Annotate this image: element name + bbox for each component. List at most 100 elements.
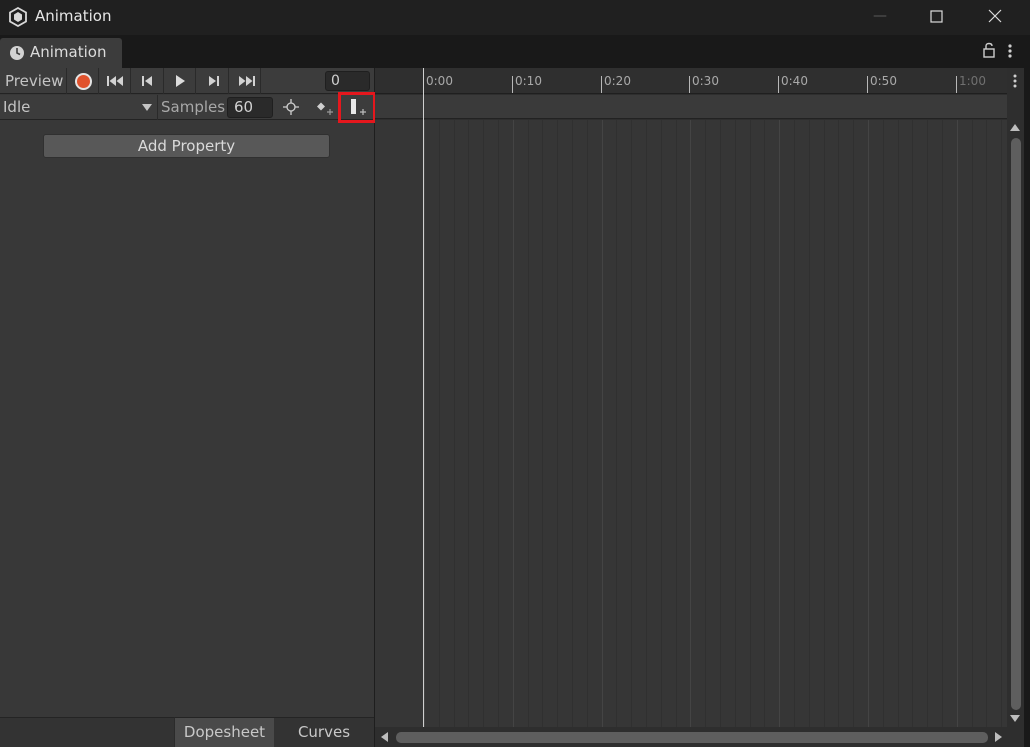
clip-dropdown[interactable]: Idle — [0, 95, 158, 120]
grid-line — [927, 120, 928, 727]
play-icon — [176, 75, 185, 87]
close-button[interactable] — [980, 0, 1010, 35]
timeline-menu-icon[interactable] — [1008, 70, 1022, 92]
grid-line — [735, 120, 736, 727]
lock-icon[interactable] — [982, 42, 996, 58]
grid-line — [957, 120, 958, 727]
ruler-tick — [689, 76, 690, 93]
grid-line — [557, 120, 558, 727]
scroll-up-arrow-icon[interactable] — [1010, 124, 1020, 131]
grid-line — [912, 120, 913, 727]
tab-animation[interactable]: Animation — [0, 38, 122, 68]
grid-line — [483, 120, 484, 727]
previous-key-icon — [142, 76, 152, 86]
window-menu-icon[interactable] — [1004, 42, 1016, 60]
first-key-button[interactable] — [99, 68, 131, 94]
add-event-icon — [351, 99, 366, 115]
vertical-scroll-thumb[interactable] — [1011, 138, 1021, 710]
grid-line — [572, 120, 573, 727]
ruler-time-label: 1:00 — [959, 74, 986, 88]
grid-line — [690, 120, 691, 727]
ruler-tick — [867, 76, 868, 93]
dropdown-arrow-icon — [142, 104, 152, 111]
ruler-time-label: 0:50 — [870, 74, 897, 88]
next-key-button[interactable] — [197, 68, 229, 94]
add-property-button[interactable]: Add Property — [43, 134, 330, 158]
scroll-right-arrow-icon[interactable] — [995, 732, 1002, 742]
animation-clock-icon — [10, 46, 24, 60]
grid-line — [661, 120, 662, 727]
curves-tab[interactable]: Curves — [274, 717, 374, 747]
grid-line — [942, 120, 943, 727]
ruler-time-label: 0:00 — [426, 74, 453, 88]
grid-line — [764, 120, 765, 727]
grid-line — [542, 120, 543, 727]
tab-label: Animation — [30, 43, 107, 61]
ruler-tick — [601, 76, 602, 93]
first-key-icon — [107, 76, 123, 86]
grid-line — [838, 120, 839, 727]
current-frame-field[interactable]: 0 — [325, 71, 370, 91]
grid-line — [498, 120, 499, 727]
grid-line — [454, 120, 455, 727]
grid-line — [424, 120, 425, 727]
play-button[interactable] — [164, 68, 196, 94]
clip-name: Idle — [3, 98, 31, 116]
playhead[interactable] — [423, 68, 424, 727]
tab-strip — [0, 35, 1030, 68]
preview-button[interactable]: Preview — [0, 68, 67, 94]
grid-line — [972, 120, 973, 727]
record-icon — [75, 73, 92, 90]
grid-line — [898, 120, 899, 727]
grid-line — [824, 120, 825, 727]
grid-line — [587, 120, 588, 727]
grid-line — [616, 120, 617, 727]
ruler-time-label: 0:10 — [515, 74, 542, 88]
window-edge — [1024, 35, 1030, 747]
ruler-tick — [956, 76, 957, 93]
add-keyframe-button[interactable] — [308, 95, 338, 120]
window-title: Animation — [35, 7, 112, 25]
last-key-icon — [239, 76, 255, 86]
grid-line — [868, 120, 869, 727]
grid-line — [468, 120, 469, 727]
add-keyframe-icon — [317, 102, 333, 115]
time-ruler[interactable] — [375, 68, 1007, 94]
grid-line — [631, 120, 632, 727]
grid-line — [513, 120, 514, 727]
add-event-button[interactable] — [338, 92, 376, 123]
maximize-icon — [930, 10, 943, 23]
grid-line — [986, 120, 987, 727]
keyframe-snap-button[interactable] — [279, 95, 305, 120]
next-key-icon — [209, 76, 219, 86]
grid-line — [779, 120, 780, 727]
grid-line — [646, 120, 647, 727]
samples-field[interactable]: 60 — [227, 97, 273, 118]
grid-line — [676, 120, 677, 727]
grid-line — [439, 120, 440, 727]
scroll-down-arrow-icon[interactable] — [1010, 715, 1020, 722]
minimize-button[interactable]: — — [866, 0, 894, 35]
previous-key-button[interactable] — [132, 68, 164, 94]
grid-line — [705, 120, 706, 727]
ruler-time-label: 0:20 — [604, 74, 631, 88]
ruler-time-label: 0:30 — [692, 74, 719, 88]
samples-label: Samples — [161, 98, 226, 116]
property-panel — [0, 68, 374, 747]
horizontal-scroll-thumb[interactable] — [396, 732, 988, 743]
grid-line — [750, 120, 751, 727]
grid-line — [1001, 120, 1002, 727]
grid-line — [528, 120, 529, 727]
grid-line — [883, 120, 884, 727]
ruler-tick — [512, 76, 513, 93]
last-key-button[interactable] — [229, 68, 261, 94]
keyframe-snap-icon — [283, 99, 299, 115]
maximize-button[interactable] — [921, 0, 951, 35]
unity-app-icon — [8, 6, 28, 28]
close-icon — [988, 9, 1002, 23]
grid-line — [602, 120, 603, 727]
dopesheet-tab[interactable]: Dopesheet — [174, 717, 274, 747]
event-strip[interactable] — [375, 95, 1007, 119]
scroll-left-arrow-icon[interactable] — [381, 732, 388, 742]
grid-line — [853, 120, 854, 727]
